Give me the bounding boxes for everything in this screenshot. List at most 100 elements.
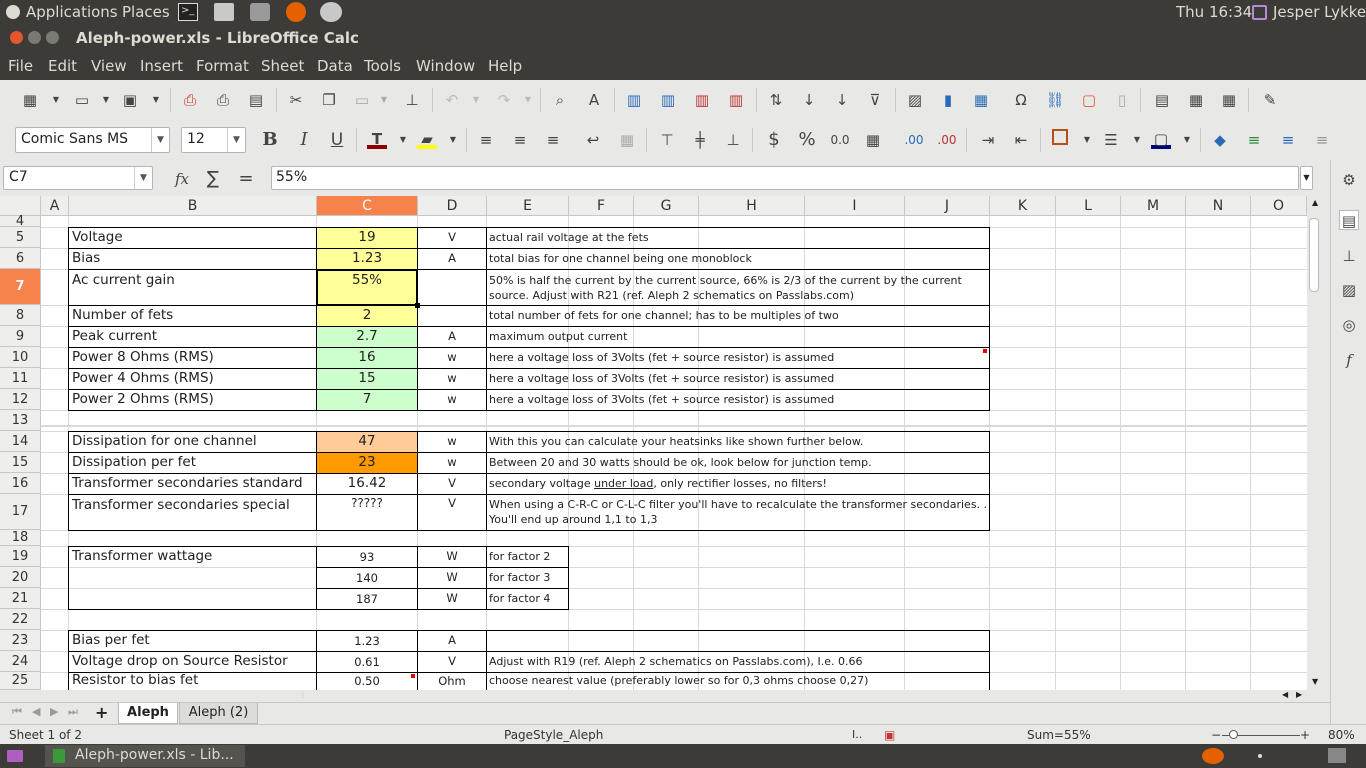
- percent-format-icon[interactable]: %: [797, 130, 817, 150]
- font-size-combo[interactable]: 12 ▼: [181, 127, 246, 153]
- cell-d15[interactable]: w: [418, 452, 486, 473]
- column-header-h[interactable]: H: [699, 196, 805, 216]
- show-desktop-icon[interactable]: [7, 750, 23, 762]
- cell-e14[interactable]: With this you can calculate your heatsin…: [487, 431, 989, 452]
- bold-icon[interactable]: B: [260, 130, 280, 150]
- row-header[interactable]: 9: [0, 326, 41, 347]
- cell-d12[interactable]: w: [418, 389, 486, 410]
- cell-e25[interactable]: choose nearest value (preferably lower s…: [487, 672, 989, 690]
- chart-icon[interactable]: ▮: [938, 90, 958, 110]
- firefox-icon[interactable]: [286, 2, 306, 22]
- scrollbar-grip[interactable]: ⋮: [300, 692, 310, 700]
- highlight-dropdown-icon[interactable]: ▼: [443, 130, 463, 150]
- decrease-indent-icon[interactable]: ⇤: [1011, 130, 1031, 150]
- font-color-dropdown-icon[interactable]: ▼: [393, 130, 413, 150]
- spreadsheet-grid[interactable]: A B C D E F G H I J K L M N O 4 5 6 7 8 …: [0, 196, 1307, 690]
- cell-c25[interactable]: 0.50: [317, 672, 417, 690]
- cut-icon[interactable]: ✂: [286, 90, 306, 110]
- menu-help[interactable]: Help: [488, 57, 522, 75]
- zoom-out-icon[interactable]: −: [1211, 728, 1221, 742]
- redo-dropdown-icon[interactable]: ▼: [518, 90, 538, 110]
- cell-d19[interactable]: W: [418, 546, 486, 567]
- menu-tools[interactable]: Tools: [364, 57, 401, 75]
- user-name[interactable]: Jesper Lykke: [1273, 3, 1366, 21]
- places-menu[interactable]: Places: [122, 3, 170, 21]
- menu-format[interactable]: Format: [196, 57, 249, 75]
- corner-select-all[interactable]: [0, 196, 41, 216]
- split-window-icon[interactable]: ▦: [1219, 90, 1239, 110]
- cell-e15[interactable]: Between 20 and 30 watts should be ok, lo…: [487, 452, 989, 473]
- font-name-combo[interactable]: Comic Sans MS ▼: [15, 127, 170, 153]
- cell-e10[interactable]: here a voltage loss of 3Volts (fet + sou…: [487, 347, 989, 368]
- cell-e6[interactable]: total bias for one channel being one mon…: [487, 248, 989, 269]
- cell-c9[interactable]: 2.7: [317, 326, 417, 347]
- cell-c14[interactable]: 47: [317, 431, 417, 452]
- row-header[interactable]: 20: [0, 567, 41, 588]
- column-header-m[interactable]: M: [1121, 196, 1186, 216]
- cell-d23[interactable]: A: [418, 630, 486, 651]
- cell-d24[interactable]: V: [418, 651, 486, 672]
- cell-d7[interactable]: [418, 269, 486, 305]
- cell-b17[interactable]: Transformer secondaries special: [69, 494, 316, 530]
- cell-d17[interactable]: V: [418, 494, 486, 530]
- cell-d6[interactable]: A: [418, 248, 486, 269]
- delete-column-icon[interactable]: ▥: [726, 90, 746, 110]
- column-icon[interactable]: ▥: [658, 90, 678, 110]
- align-left-icon[interactable]: ≡: [476, 130, 496, 150]
- column-header-b[interactable]: B: [69, 196, 317, 216]
- cell-e21[interactable]: for factor 4: [487, 588, 568, 609]
- first-sheet-icon[interactable]: ⏮: [12, 705, 22, 719]
- cell-b15[interactable]: Dissipation per fet: [69, 452, 316, 473]
- spelling-icon[interactable]: A: [584, 90, 604, 110]
- row-header[interactable]: 19: [0, 546, 41, 567]
- cell-d9[interactable]: A: [418, 326, 486, 347]
- row-header[interactable]: 17: [0, 494, 41, 530]
- freeze-rows-columns-icon[interactable]: ▦: [1186, 90, 1206, 110]
- last-sheet-icon[interactable]: ⏭: [68, 705, 78, 719]
- highlight-color-icon[interactable]: ▰: [417, 129, 437, 149]
- cell-b14[interactable]: Dissipation for one channel: [69, 431, 316, 452]
- close-window-button[interactable]: [10, 31, 23, 44]
- sidebar-menu-icon[interactable]: ⚙: [1339, 170, 1359, 190]
- chevron-down-icon[interactable]: ▼: [151, 128, 169, 152]
- print-preview-icon[interactable]: ▤: [246, 90, 266, 110]
- menu-edit[interactable]: Edit: [48, 57, 77, 75]
- delete-row-icon[interactable]: ▥: [692, 90, 712, 110]
- cell-d5[interactable]: V: [418, 227, 486, 248]
- redo-icon[interactable]: ↷: [494, 90, 514, 110]
- define-print-area-icon[interactable]: ▤: [1152, 90, 1172, 110]
- cell-c20[interactable]: 140: [317, 567, 417, 588]
- comment-icon[interactable]: ▢: [1079, 90, 1099, 110]
- maximize-window-button[interactable]: [46, 31, 59, 44]
- firefox-task-icon[interactable]: [1202, 748, 1224, 764]
- menu-sheet[interactable]: Sheet: [261, 57, 304, 75]
- more-options-icon[interactable]: ≡: [1312, 130, 1332, 150]
- headers-footers-icon[interactable]: ▯: [1112, 90, 1132, 110]
- scroll-right-icon[interactable]: ▶: [1296, 690, 1302, 699]
- cell-b6[interactable]: Bias: [69, 248, 316, 269]
- cell-e7[interactable]: 50% is half the current by the current s…: [487, 273, 989, 305]
- underline-icon[interactable]: U: [327, 130, 347, 150]
- fill-handle[interactable]: [415, 303, 420, 308]
- cell-e24[interactable]: Adjust with R19 (ref. Aleph 2 schematics…: [487, 651, 989, 672]
- font-color-icon[interactable]: T: [367, 129, 387, 149]
- scroll-left-icon[interactable]: ◀: [1282, 690, 1288, 699]
- open-icon[interactable]: ▭: [72, 90, 92, 110]
- align-bottom-icon[interactable]: ⊥: [723, 130, 743, 150]
- row-header[interactable]: 4: [0, 215, 41, 228]
- cell-d8[interactable]: [418, 305, 486, 326]
- camera-icon[interactable]: [250, 3, 270, 21]
- tab-aleph[interactable]: Aleph: [118, 703, 178, 724]
- cell-e19[interactable]: for factor 2: [487, 546, 568, 567]
- cell-b24[interactable]: Voltage drop on Source Resistor: [69, 651, 316, 672]
- menu-view[interactable]: View: [91, 57, 127, 75]
- workspace-dot[interactable]: [1258, 754, 1262, 758]
- cell-e20[interactable]: for factor 3: [487, 567, 568, 588]
- italic-icon[interactable]: I: [294, 130, 314, 150]
- cell-c17[interactable]: ?????: [317, 494, 417, 530]
- cell-c6[interactable]: 1.23: [317, 248, 417, 269]
- column-header-l[interactable]: L: [1056, 196, 1121, 216]
- column-header-i[interactable]: I: [805, 196, 905, 216]
- wrap-text-icon[interactable]: ↩: [583, 130, 603, 150]
- column-header-a[interactable]: A: [41, 196, 69, 216]
